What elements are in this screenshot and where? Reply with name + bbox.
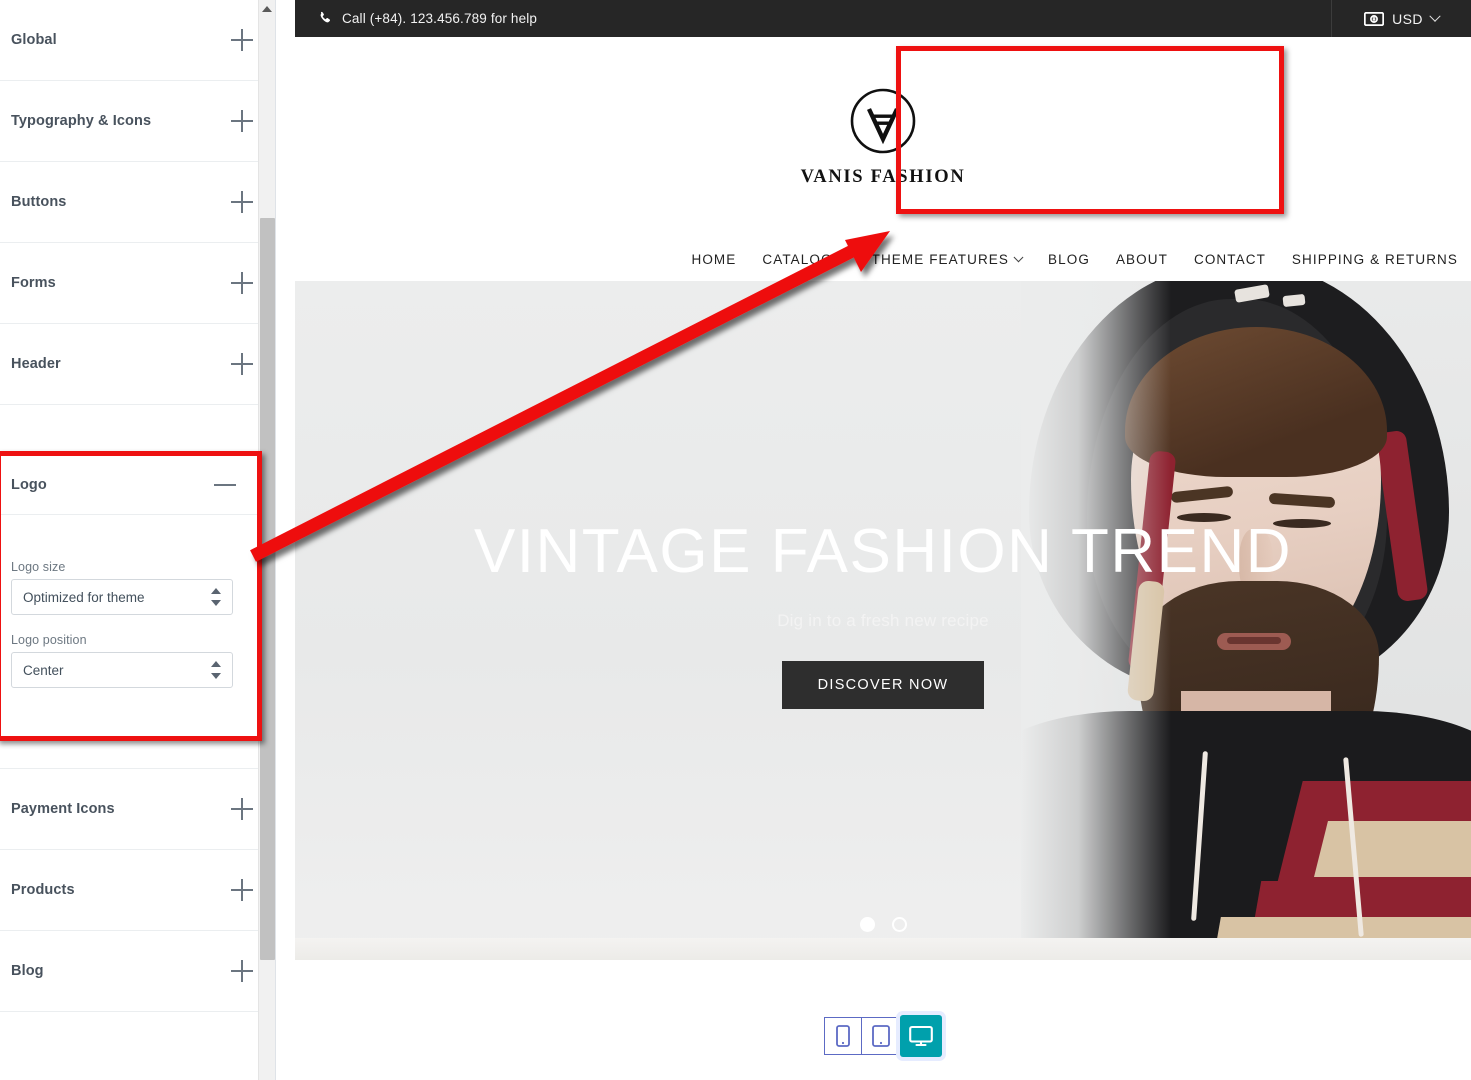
logo-settings-body: Logo size Optimized for theme Logo posit… <box>0 515 258 736</box>
main-navigation: HOME CATALOG THEME FEATURES BLOG ABOUT C… <box>295 237 1471 281</box>
sidebar-item-logo[interactable]: Logo <box>0 455 258 515</box>
chevron-down-icon <box>1429 10 1441 22</box>
minus-icon[interactable] <box>214 474 236 496</box>
plus-icon[interactable] <box>231 29 253 51</box>
stepper-icon[interactable] <box>211 660 222 680</box>
logo-size-select[interactable]: Optimized for theme <box>11 579 233 615</box>
sidebar-item-label: Products <box>11 882 75 898</box>
chevron-down-icon <box>1013 251 1024 262</box>
plus-icon[interactable] <box>231 110 253 132</box>
logo-position-select[interactable]: Center <box>11 652 233 688</box>
announcement-message: Call (+84). 123.456.789 for help <box>295 11 1331 26</box>
mobile-icon <box>836 1025 850 1047</box>
device-button-tablet[interactable] <box>862 1017 900 1055</box>
sidebar-item-products[interactable]: Products <box>0 850 275 931</box>
nav-item-home[interactable]: HOME <box>678 252 749 267</box>
chevron-down-icon <box>837 251 848 262</box>
sidebar-item-typography-and-icons[interactable]: Typography & Icons <box>0 81 275 162</box>
phone-icon <box>320 11 331 23</box>
nav-item-shipping-and-returns[interactable]: SHIPPING & RETURNS <box>1279 252 1471 267</box>
logo-size-value: Optimized for theme <box>23 589 145 605</box>
currency-selector[interactable]: USD <box>1331 0 1471 37</box>
scroll-up-arrow-icon[interactable] <box>262 6 272 12</box>
sidebar-item-forms[interactable]: Forms <box>0 243 275 324</box>
device-preview-toolbar <box>295 992 1471 1080</box>
sidebar-item-label: Forms <box>11 275 56 291</box>
sidebar-item-global[interactable]: Global <box>0 0 275 81</box>
sidebar-item-label: Buttons <box>11 194 67 210</box>
plus-icon[interactable] <box>231 879 253 901</box>
sidebar-item-blog[interactable]: Blog <box>0 931 275 1012</box>
carousel-dot-1[interactable] <box>859 917 875 932</box>
plus-icon[interactable] <box>231 191 253 213</box>
logo-position-label: Logo position <box>11 633 87 647</box>
nav-item-about[interactable]: ABOUT <box>1103 252 1181 267</box>
announcement-bar: Call (+84). 123.456.789 for help USD <box>295 0 1471 37</box>
logo-size-label: Logo size <box>11 560 66 574</box>
sidebar-item-header[interactable]: Header <box>0 324 275 405</box>
carousel-dot-2[interactable] <box>891 917 907 932</box>
sidebar-item-label: Typography & Icons <box>11 113 152 129</box>
announcement-text: Call (+84). 123.456.789 for help <box>342 11 538 26</box>
logo-settings-section: Logo Logo size Optimized for theme Logo … <box>0 455 258 736</box>
hero-subtitle: Dig in to a fresh new recipe <box>777 611 989 630</box>
store-preview-frame: Call (+84). 123.456.789 for help USD VAN… <box>295 0 1471 1080</box>
nav-item-label: THEME FEATURES <box>871 251 1010 267</box>
store-logo[interactable]: VANIS FASHION <box>801 87 966 188</box>
nav-item-contact[interactable]: CONTACT <box>1181 252 1279 267</box>
store-logo-text: VANIS FASHION <box>800 166 966 187</box>
nav-item-label: BLOG <box>1048 251 1090 267</box>
desktop-icon <box>908 1025 933 1047</box>
plus-icon[interactable] <box>231 798 253 820</box>
sidebar-scrollbar-thumb[interactable] <box>260 218 275 960</box>
banknote-icon <box>1364 11 1385 26</box>
sidebar-item-label: Blog <box>11 963 44 979</box>
discover-now-button[interactable]: DISCOVER NOW <box>781 661 985 709</box>
hero-copy: VINTAGE FASHION TREND Dig in to a fresh … <box>295 521 1471 709</box>
nav-item-label: ABOUT <box>1115 251 1168 267</box>
sidebar-item-buttons[interactable]: Buttons <box>0 162 275 243</box>
sidebar-item-label: Logo <box>11 476 47 493</box>
nav-item-label: CONTACT <box>1193 251 1266 267</box>
tablet-icon <box>871 1025 890 1047</box>
nav-item-catalog[interactable]: CATALOG <box>749 252 858 267</box>
hero-bottom-strip <box>295 938 1471 960</box>
circle-v-monogram-icon <box>850 88 916 153</box>
carousel-indicators <box>295 917 1471 932</box>
store-logo-band: VANIS FASHION <box>295 37 1471 237</box>
nav-item-label: SHIPPING & RETURNS <box>1291 251 1458 267</box>
sidebar-item-label: Global <box>11 32 57 48</box>
sidebar-scrollbar[interactable] <box>258 0 275 1080</box>
hero-title: VINTAGE FASHION TREND <box>473 517 1293 586</box>
device-button-group <box>824 1015 942 1057</box>
sidebar-item-label: Payment Icons <box>11 801 115 817</box>
plus-icon[interactable] <box>231 353 253 375</box>
stepper-icon[interactable] <box>211 587 222 607</box>
nav-item-label: CATALOG <box>762 251 833 267</box>
nav-item-theme-features[interactable]: THEME FEATURES <box>859 252 1035 267</box>
currency-value: USD <box>1392 10 1423 27</box>
sidebar-item-payment-icons[interactable]: Payment Icons <box>0 769 275 850</box>
theme-settings-sidebar: Global Typography & Icons Buttons Forms … <box>0 0 276 1080</box>
plus-icon[interactable] <box>231 272 253 294</box>
nav-item-label: HOME <box>691 251 737 267</box>
device-button-desktop[interactable] <box>900 1015 942 1057</box>
device-button-mobile[interactable] <box>824 1017 862 1055</box>
nav-item-blog[interactable]: BLOG <box>1035 252 1103 267</box>
hero-carousel-slide: VINTAGE FASHION TREND Dig in to a fresh … <box>295 281 1471 960</box>
logo-position-value: Center <box>23 662 64 678</box>
sidebar-item-label: Header <box>11 356 61 372</box>
plus-icon[interactable] <box>231 960 253 982</box>
